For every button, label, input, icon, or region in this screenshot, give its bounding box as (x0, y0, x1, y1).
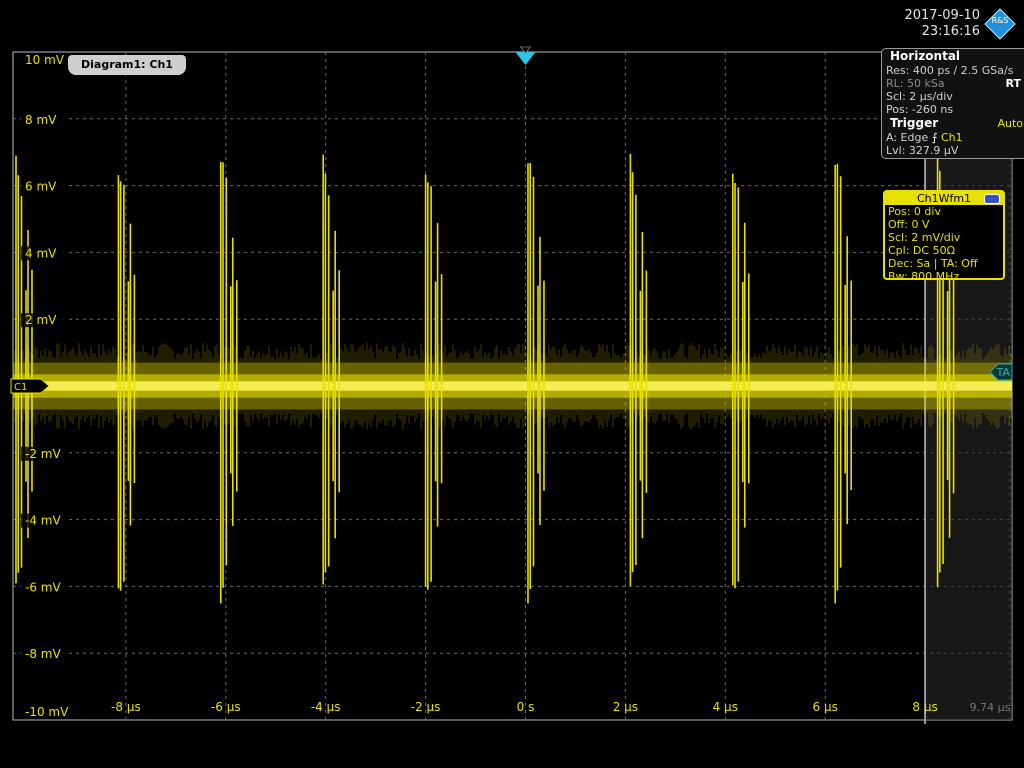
x-tick-label: -2 µs (411, 700, 441, 714)
x-tick-label: -8 µs (111, 700, 141, 714)
horizontal-panel[interactable]: Horizontal Res: 400 ps / 2.5 GSa/s RL: 5… (881, 48, 1024, 159)
y-tick-label: -8 mV (25, 647, 61, 661)
x-tick-label: -6 µs (211, 700, 241, 714)
rising-edge-icon: ⨍ (931, 131, 938, 144)
waveform-info-panel[interactable]: Ch1Wfm1 Pos: 0 div Off: 0 V Scl: 2 mV/di… (883, 190, 1005, 283)
x-end-label: 9.74 µs (970, 701, 1011, 714)
y-tick-label: 2 mV (25, 313, 57, 327)
waveform-scale: Scl: 2 mV/div (888, 231, 961, 244)
trigger-source-prefix: A: Edge (886, 131, 929, 144)
waveform-offset: Off: 0 V (888, 218, 930, 231)
waveform-trace (12, 153, 1012, 604)
y-tick-label: -6 mV (25, 580, 61, 594)
y-tick-label: -2 mV (25, 447, 61, 461)
x-tick-label: 6 µs (813, 700, 838, 714)
trigger-position-marker (515, 52, 536, 65)
trigger-source-row: A: Edge ⨍ Ch1 (882, 131, 1024, 144)
y-tick-label: -4 mV (25, 514, 61, 528)
horizontal-position: Pos: -260 ns (886, 103, 954, 116)
trigger-source: Ch1 (940, 131, 963, 144)
waveform-decimation: Dec: Sa | TA: Off (888, 257, 978, 270)
x-tick-label: 8 µs (912, 700, 937, 714)
y-tick-label: 8 mV (25, 113, 57, 127)
x-tick-label: -4 µs (311, 700, 341, 714)
waveform-title: Ch1Wfm1 (916, 192, 972, 205)
minimize-button[interactable] (984, 194, 1000, 204)
y-tick-label: 4 mV (25, 246, 57, 260)
waveform-pos: Pos: 0 div (888, 205, 941, 218)
record-length-value: RL: 50 kSa (886, 77, 945, 90)
horizontal-title: Horizontal (890, 49, 961, 63)
trigger-level: Lvl: 327.9 µV (886, 144, 959, 157)
trigger-mode: Auto (997, 117, 1023, 130)
waveform-coupling: Cpl: DC 50Ω (888, 244, 955, 257)
horizontal-resolution: Res: 400 ps / 2.5 GSa/s (886, 64, 1014, 77)
waveform-bandwidth: Bw: 800 MHz (888, 270, 960, 283)
scope-diagram[interactable]: 10 mV 8 mV 6 mV 4 mV 2 mV -2 mV -4 mV -6 mV -8 m… (0, 0, 1024, 768)
ta-marker-label: TA (996, 366, 1011, 379)
trigger-header: Trigger Auto (882, 116, 1024, 131)
horizontal-record-length: RL: 50 kSa RT (882, 77, 1024, 90)
y-tick-label: 10 mV (25, 53, 65, 67)
waveform-panel-header: Ch1Wfm1 (885, 192, 1003, 205)
x-tick-label: 4 µs (713, 700, 738, 714)
y-tick-label: -10 mV (25, 705, 69, 719)
x-tick-label: 2 µs (613, 700, 638, 714)
trigger-title: Trigger (890, 116, 939, 130)
channel-marker-label: C1 (14, 382, 27, 393)
x-tick-label: 0 s (517, 700, 535, 714)
horizontal-scale: Scl: 2 µs/div (886, 90, 953, 103)
rt-badge: RT (1005, 77, 1021, 90)
y-tick-label: 6 mV (25, 180, 57, 194)
diagram-tab[interactable]: Diagram1: Ch1 (68, 55, 186, 75)
